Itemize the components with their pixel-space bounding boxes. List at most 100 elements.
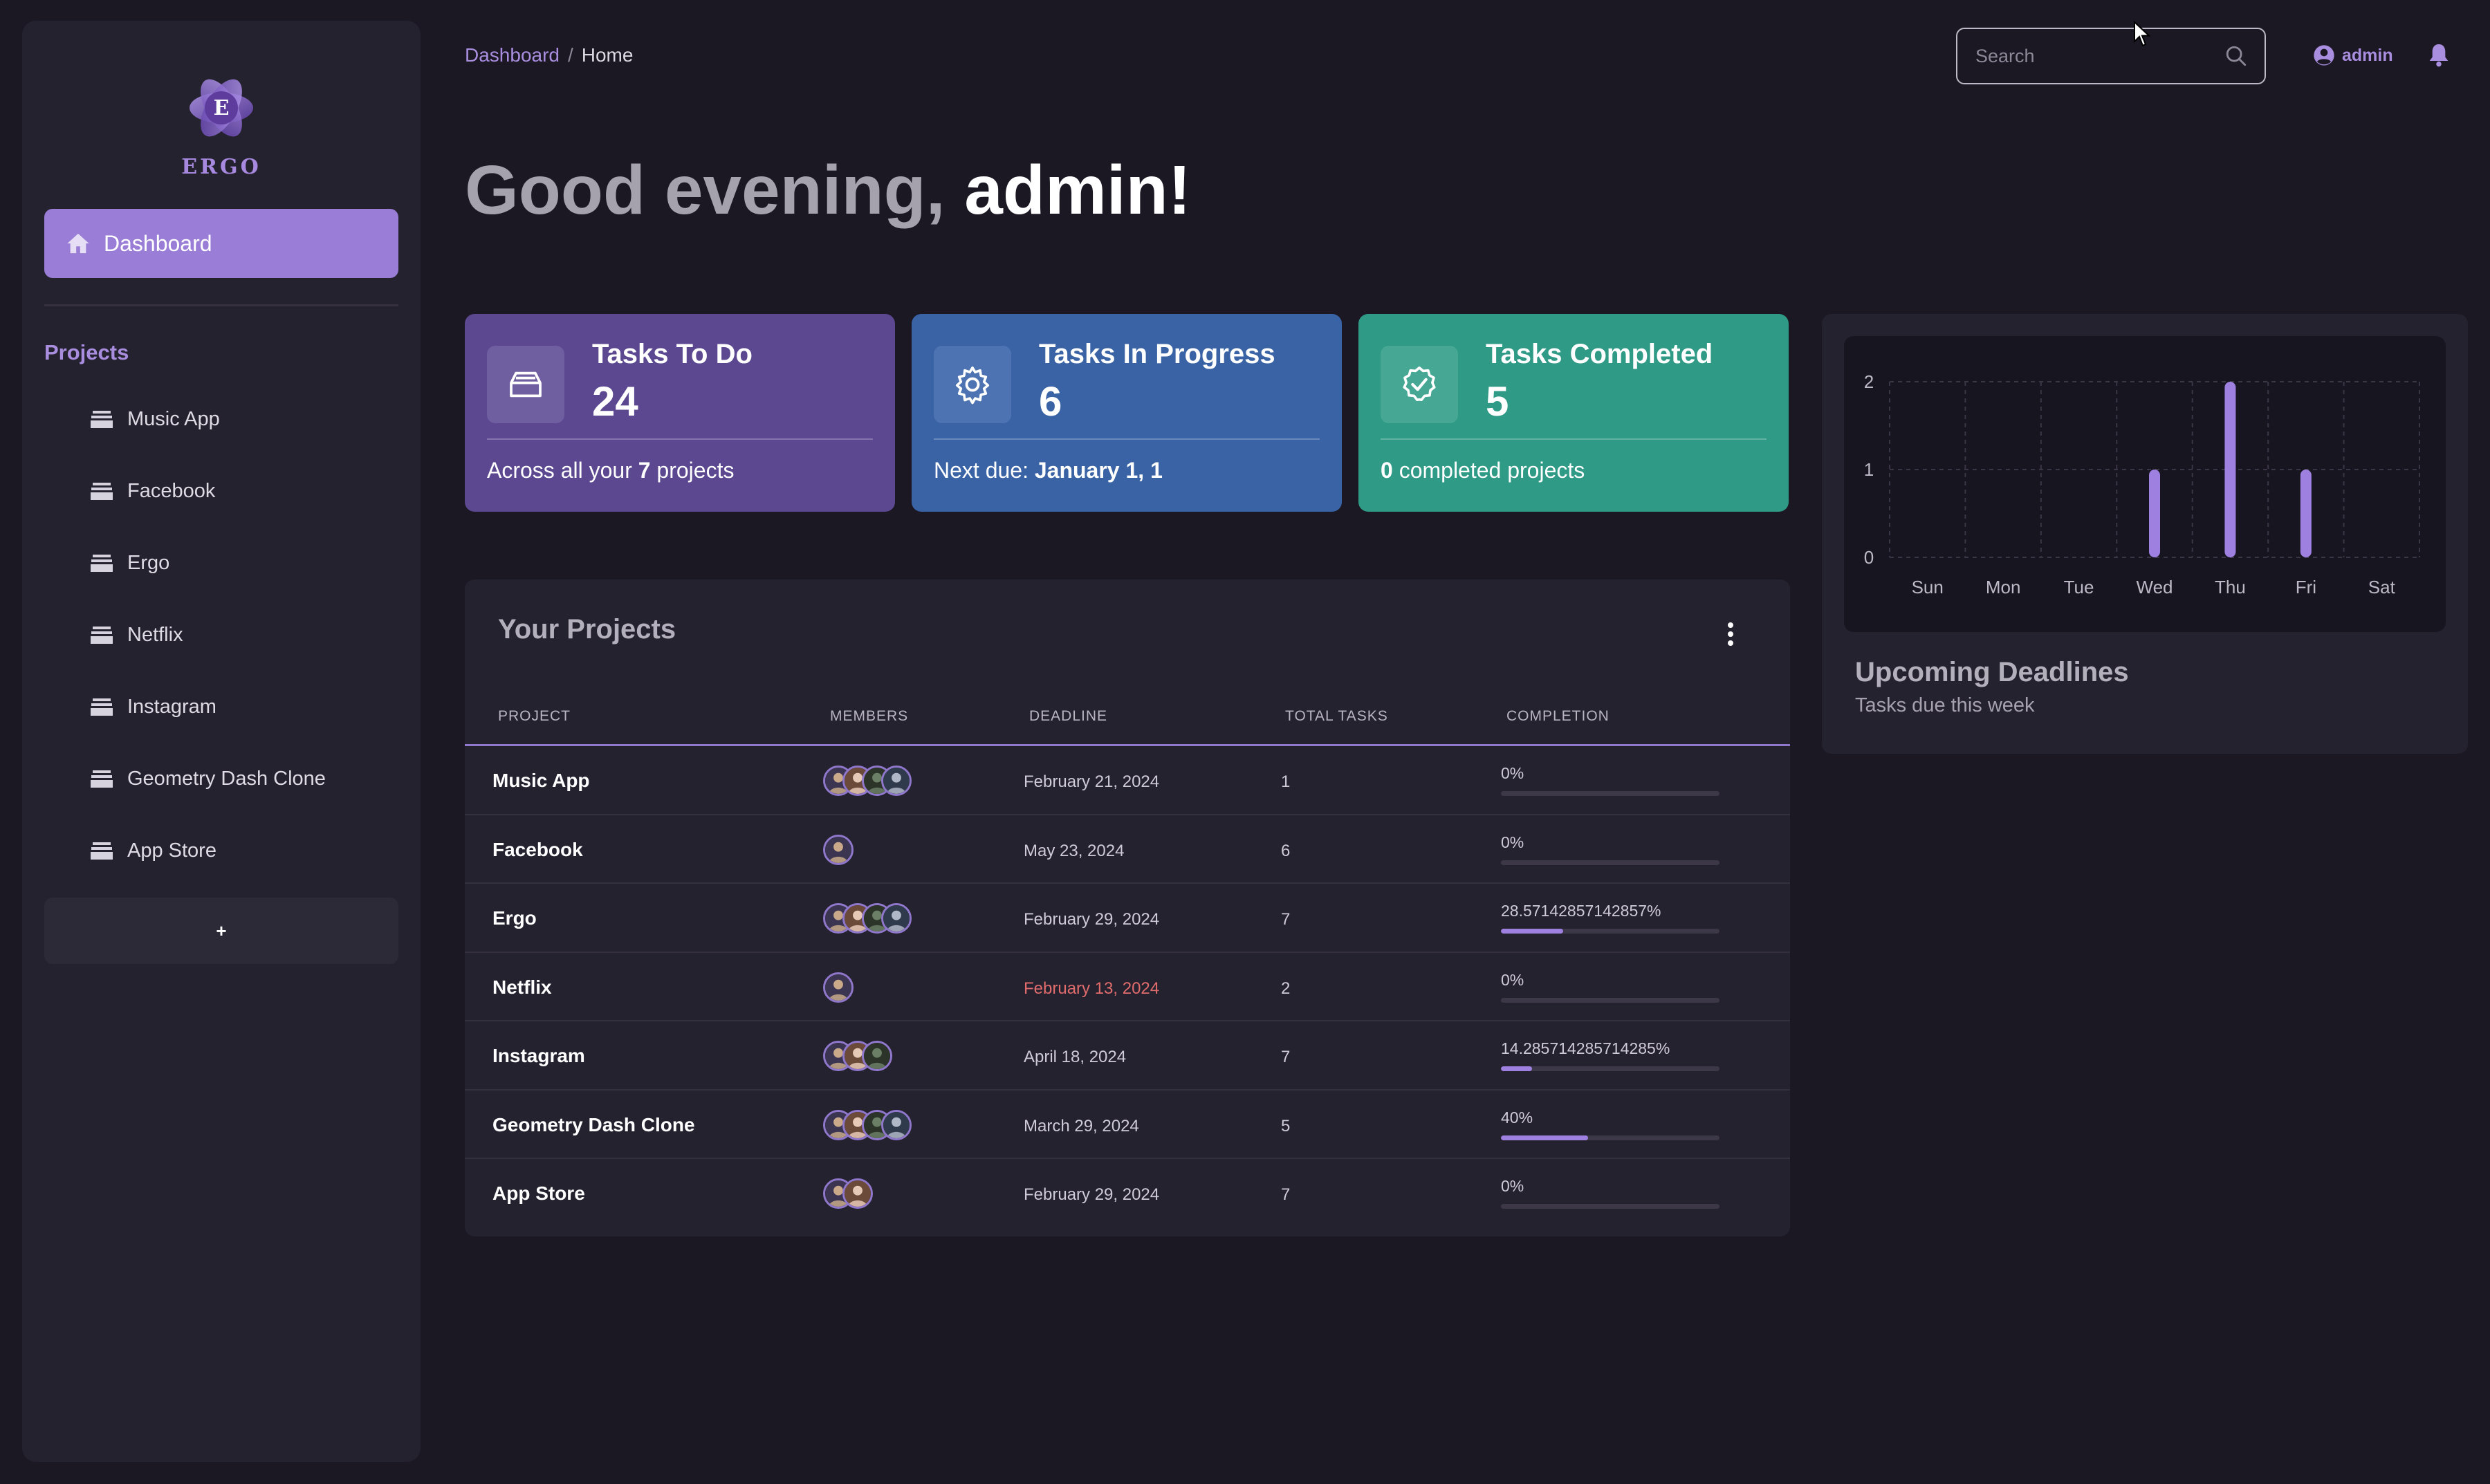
- project-deadline: April 18, 2024: [1024, 1048, 1127, 1066]
- column-header-completion[interactable]: COMPLETION: [1506, 708, 1610, 725]
- svg-text:E: E: [214, 96, 230, 120]
- add-project-button[interactable]: +: [44, 898, 398, 964]
- completion-percent: 14.285714285714285%: [1501, 1039, 1670, 1057]
- completion-percent: 40%: [1501, 1108, 1533, 1126]
- project-deadline: March 29, 2024: [1024, 1116, 1139, 1135]
- sidebar-item-project[interactable]: Facebook: [44, 455, 398, 527]
- completion-progress-bar: [1501, 860, 1719, 865]
- inbox-icon: [510, 371, 542, 398]
- project-total-tasks: 6: [1281, 841, 1291, 860]
- breadcrumb-current: Home: [581, 44, 634, 66]
- tasks-completed-card[interactable]: Tasks Completed 5 0 completed projects: [1358, 314, 1789, 512]
- card-value: 24: [592, 378, 638, 425]
- tasks-in-progress-card[interactable]: Tasks In Progress 6 Next due: January 1,…: [912, 314, 1342, 512]
- stack-icon: [91, 627, 113, 644]
- card-title: Tasks In Progress: [1039, 339, 1275, 369]
- column-header-project[interactable]: PROJECT: [498, 708, 571, 725]
- table-row[interactable]: Ergo February 29, 2024 7 28.57142857142857%: [465, 884, 1790, 953]
- stack-icon: [91, 842, 113, 860]
- project-name[interactable]: Instagram: [492, 1045, 585, 1067]
- stack-icon: [91, 555, 113, 572]
- bell-icon[interactable]: [2428, 43, 2450, 68]
- chart-x-tick-label: Fri: [2296, 577, 2316, 597]
- project-name[interactable]: Ergo: [492, 907, 537, 929]
- sidebar-item-project[interactable]: Netflix: [44, 599, 398, 671]
- avatar[interactable]: [842, 1178, 873, 1209]
- project-name[interactable]: Facebook: [492, 839, 583, 861]
- tasks-completed-icon-box: [1381, 346, 1458, 423]
- panel-title: Upcoming Deadlines: [1855, 657, 2129, 687]
- project-name[interactable]: App Store: [492, 1182, 585, 1205]
- sidebar-item-label: Ergo: [127, 551, 170, 574]
- sidebar-item-project[interactable]: Instagram: [44, 671, 398, 743]
- chart-x-tick-label: Wed: [2137, 577, 2173, 597]
- deadlines-chart: 0 1 2 Sun Mon Tue Wed Thu Fri Sat: [1844, 336, 2446, 632]
- table-row[interactable]: Facebook May 23, 2024 6 0%: [465, 815, 1790, 884]
- project-total-tasks: 2: [1281, 978, 1291, 998]
- avatar[interactable]: [862, 1041, 892, 1071]
- avatar[interactable]: [823, 834, 854, 865]
- project-members: [823, 1109, 912, 1140]
- upcoming-deadlines-panel: 0 1 2 Sun Mon Tue Wed Thu Fri Sat Upcoming Deadli…: [1822, 314, 2468, 754]
- breadcrumb-separator: /: [567, 44, 573, 66]
- sidebar-item-project[interactable]: Ergo: [44, 527, 398, 599]
- column-header-deadline[interactable]: DEADLINE: [1029, 708, 1107, 725]
- column-header-members[interactable]: MEMBERS: [830, 708, 908, 725]
- table-row[interactable]: Geometry Dash Clone March 29, 2024 5 40%: [465, 1091, 1790, 1159]
- card-value: 6: [1039, 378, 1062, 425]
- deadlines-chart-svg: 0 1 2 Sun Mon Tue Wed Thu Fri Sat: [1864, 371, 2420, 597]
- more-vertical-icon[interactable]: [1726, 622, 1735, 649]
- tasks-todo-card[interactable]: Tasks To Do 24 Across all your 7 project…: [465, 314, 895, 512]
- sidebar-divider: [44, 304, 398, 306]
- project-members: [823, 834, 854, 865]
- avatar[interactable]: [881, 903, 912, 934]
- sidebar-item-label: Music App: [127, 407, 220, 430]
- sidebar-item-project[interactable]: App Store: [44, 815, 398, 887]
- project-total-tasks: 5: [1281, 1116, 1291, 1135]
- project-name[interactable]: Netflix: [492, 976, 552, 999]
- column-header-total-tasks[interactable]: TOTAL TASKS: [1285, 708, 1388, 725]
- tasks-in-progress-icon-box: [934, 346, 1011, 423]
- avatar[interactable]: [881, 1109, 912, 1140]
- completion-progress-fill: [1501, 1066, 1533, 1071]
- project-completion: 0%: [1501, 833, 1719, 865]
- ergo-logo-icon: E: [190, 79, 253, 137]
- completion-progress-bar: [1501, 1135, 1719, 1140]
- search-input[interactable]: [1974, 44, 2224, 68]
- avatar[interactable]: [881, 766, 912, 796]
- chart-x-tick-label: Tue: [2064, 577, 2094, 597]
- completion-progress-fill: [1501, 1135, 1589, 1140]
- project-completion: 28.57142857142857%: [1501, 902, 1719, 934]
- sidebar-item-dashboard[interactable]: Dashboard: [44, 209, 398, 278]
- table-row[interactable]: Music App February 21, 2024 1 0%: [465, 746, 1790, 815]
- project-deadline: February 29, 2024: [1024, 1185, 1160, 1204]
- stack-icon: [91, 483, 113, 500]
- completion-percent: 0%: [1501, 833, 1524, 851]
- your-projects-panel: Your Projects PROJECT MEMBERS DEADLINE T…: [465, 579, 1790, 1236]
- table-row[interactable]: Instagram April 18, 2024 7 14.2857142857142…: [465, 1021, 1790, 1091]
- sidebar-item-project[interactable]: Music App: [44, 383, 398, 455]
- brand-logo[interactable]: E ERGO: [22, 68, 421, 179]
- table-row[interactable]: App Store February 29, 2024 7 0%: [465, 1159, 1790, 1228]
- card-footer-count: 0: [1381, 458, 1393, 483]
- card-value: 5: [1486, 378, 1509, 425]
- search-icon[interactable]: [2224, 44, 2248, 68]
- sidebar: E ERGO Dashboard Projects Music App Face…: [22, 21, 421, 1462]
- project-name[interactable]: Geometry Dash Clone: [492, 1114, 695, 1136]
- chart-bar: [2224, 382, 2236, 557]
- chart-x-tick-label: Thu: [2215, 577, 2246, 597]
- project-members: [823, 903, 912, 934]
- project-list: Music App Facebook Ergo Netflix Instagra…: [44, 383, 398, 887]
- card-footer: Across all your 7 projects: [487, 458, 734, 483]
- breadcrumb-dashboard-link[interactable]: Dashboard: [465, 44, 560, 66]
- avatar[interactable]: [823, 972, 854, 1003]
- sidebar-item-project[interactable]: Geometry Dash Clone: [44, 743, 398, 815]
- sidebar-item-label: Geometry Dash Clone: [127, 767, 326, 790]
- completion-progress-bar: [1501, 929, 1719, 934]
- project-name[interactable]: Music App: [492, 770, 590, 792]
- breadcrumb: Dashboard / Home: [465, 44, 633, 66]
- table-row[interactable]: Netflix February 13, 2024 2 0%: [465, 953, 1790, 1021]
- panel-title: Your Projects: [498, 614, 676, 644]
- user-menu[interactable]: admin: [2313, 44, 2393, 66]
- completion-progress-bar: [1501, 1204, 1719, 1209]
